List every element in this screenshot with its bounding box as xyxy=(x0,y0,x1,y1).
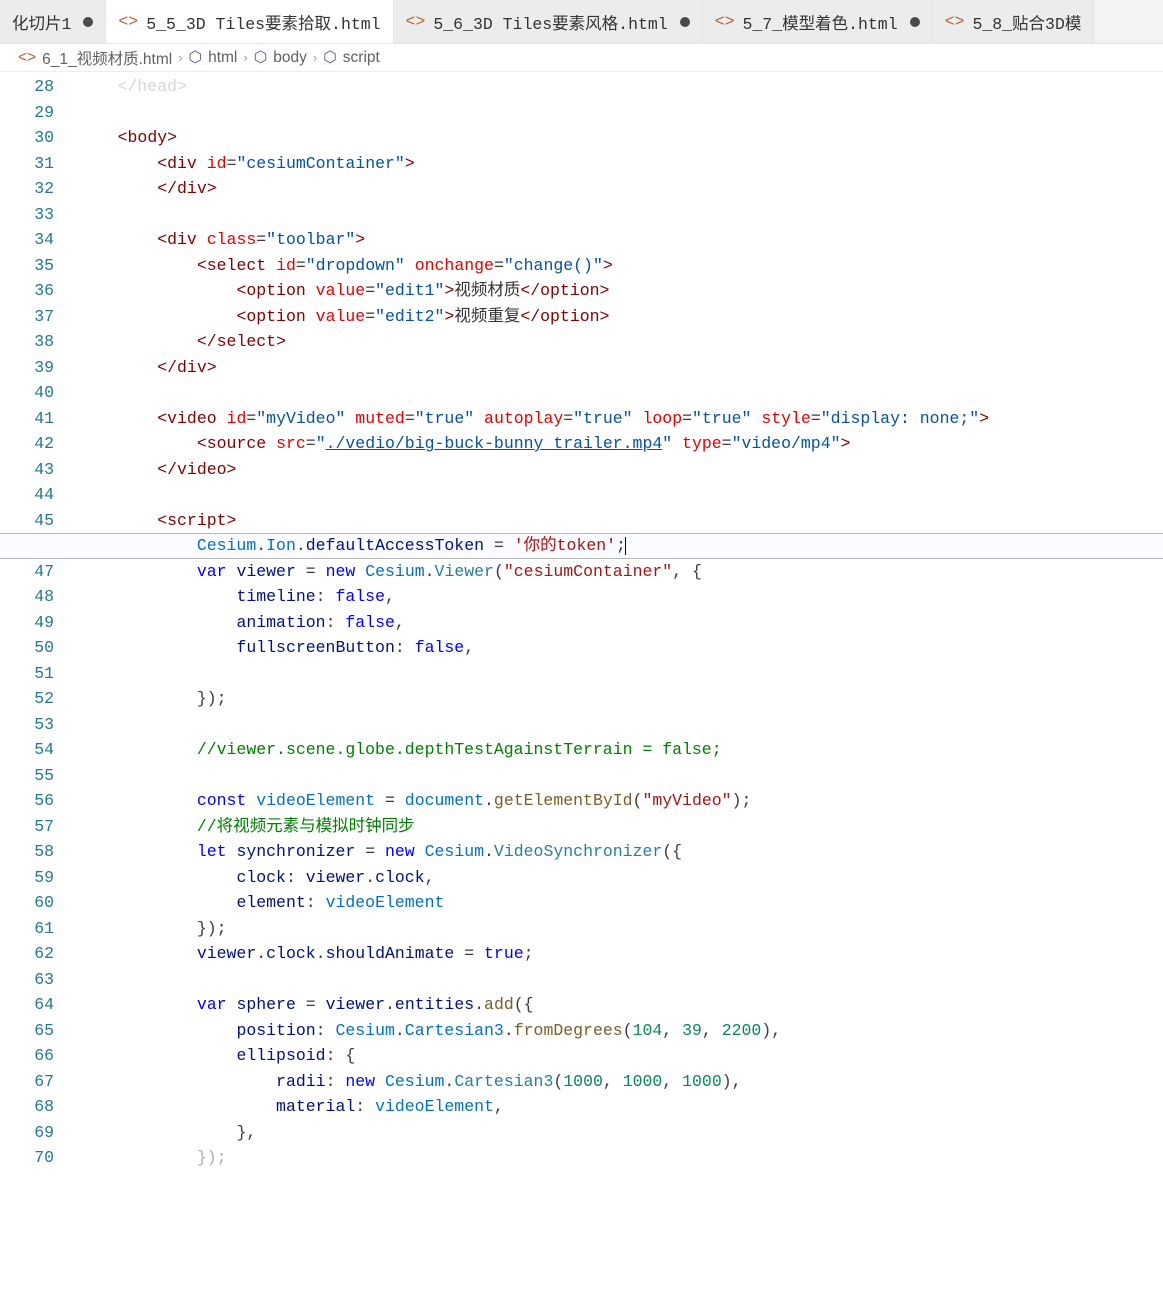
symbol-icon: ⬡ xyxy=(189,48,203,67)
code-content[interactable]: </head> <body> <div id="cesiumContainer"… xyxy=(78,72,1163,1171)
tab-label: 5_7_模型着色.html xyxy=(743,10,898,34)
html-file-icon: <> xyxy=(945,12,965,31)
dirty-dot-icon xyxy=(680,17,690,27)
line-number-gutter: 2829303132333435363738394041424344454647… xyxy=(0,72,78,1171)
dirty-dot-icon xyxy=(83,17,93,27)
breadcrumb-segment[interactable]: body xyxy=(273,49,307,67)
code-editor[interactable]: 2829303132333435363738394041424344454647… xyxy=(0,72,1163,1171)
breadcrumb-segment[interactable]: script xyxy=(343,49,380,67)
chevron-right-icon: › xyxy=(243,50,247,65)
breadcrumb-segment[interactable]: html xyxy=(208,49,237,67)
tab-item[interactable]: 化切片1 xyxy=(0,0,106,43)
dirty-dot-icon xyxy=(910,17,920,27)
chevron-right-icon: › xyxy=(178,50,182,65)
html-file-icon: <> xyxy=(715,12,735,31)
symbol-icon: ⬡ xyxy=(254,48,268,67)
html-file-icon: <> xyxy=(18,49,36,67)
tab-label: 5_5_3D Tiles要素拾取.html xyxy=(146,10,380,34)
html-file-icon: <> xyxy=(118,12,138,31)
tab-bar: 化切片1 <> 5_5_3D Tiles要素拾取.html <> 5_6_3D … xyxy=(0,0,1163,44)
breadcrumb-file[interactable]: 6_1_视频材质.html xyxy=(42,47,172,69)
chevron-right-icon: › xyxy=(313,50,317,65)
tab-item[interactable]: <> 5_5_3D Tiles要素拾取.html xyxy=(106,0,393,43)
tab-item[interactable]: <> 5_6_3D Tiles要素风格.html xyxy=(394,0,703,43)
tab-label: 5_6_3D Tiles要素风格.html xyxy=(433,10,667,34)
tab-item[interactable]: <> 5_7_模型着色.html xyxy=(703,0,933,43)
tab-label: 化切片1 xyxy=(12,10,71,34)
tab-label: 5_8_贴合3D模 xyxy=(972,10,1081,34)
html-file-icon: <> xyxy=(406,12,426,31)
tab-item[interactable]: <> 5_8_贴合3D模 xyxy=(933,0,1095,43)
breadcrumb[interactable]: <> 6_1_视频材质.html › ⬡ html › ⬡ body › ⬡ s… xyxy=(0,44,1163,72)
symbol-icon: ⬡ xyxy=(323,48,337,67)
